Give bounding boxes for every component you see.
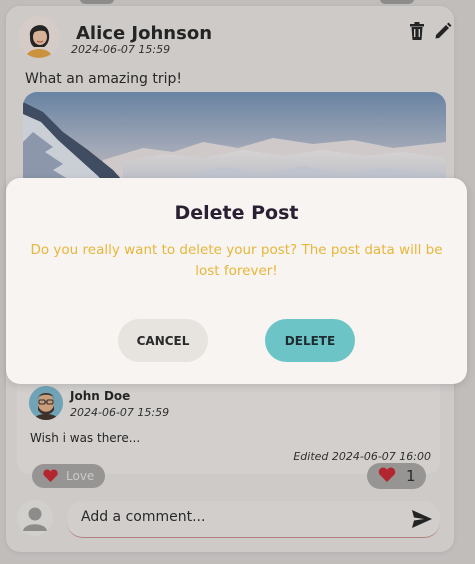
dialog-title: Delete Post (174, 202, 299, 224)
cancel-button[interactable]: CANCEL (118, 319, 208, 362)
dialog-message: Do you really want to delete your post? … (30, 242, 443, 279)
delete-button[interactable]: DELETE (265, 319, 355, 362)
delete-post-dialog: Delete Post Do you really want to delete… (6, 178, 467, 384)
